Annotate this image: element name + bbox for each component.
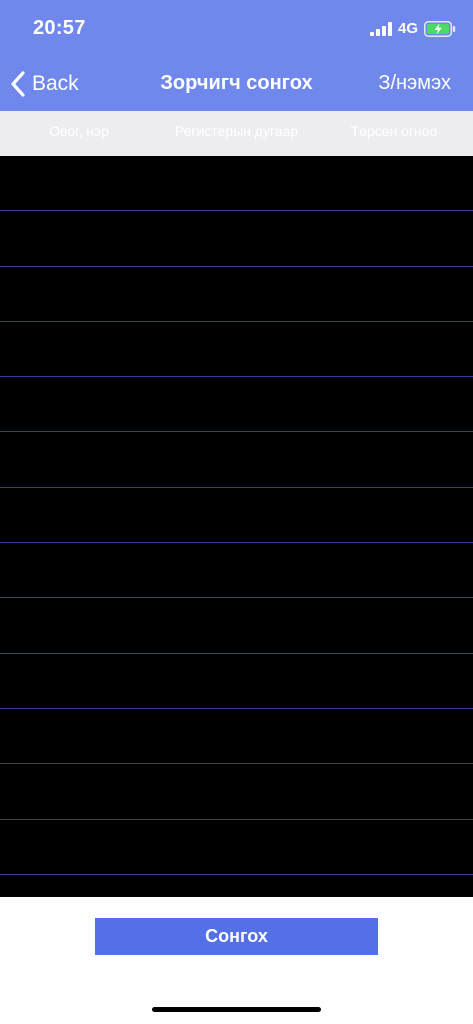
list-row[interactable] — [0, 322, 473, 378]
list-row[interactable] — [0, 156, 473, 212]
home-indicator — [152, 1007, 321, 1012]
column-header-birth-date: Төрсөн огноо — [350, 123, 438, 139]
back-label: Back — [32, 72, 79, 95]
signal-bars-icon — [370, 22, 392, 36]
list-row[interactable] — [0, 709, 473, 765]
column-header-register-number: Регистерын дугаар — [174, 123, 299, 139]
list-row[interactable] — [0, 820, 473, 875]
list-row[interactable] — [0, 488, 473, 544]
page-title: Зорчигч сонгох — [160, 72, 313, 94]
top-bar: 20:57 4G Back Зорчигч сонгох З/нэмэх — [0, 0, 473, 111]
list-row[interactable] — [0, 654, 473, 709]
footer: Сонгох — [0, 897, 473, 1024]
table-header: Овог, нэр Регистерын дугаар Төрсөн огноо — [0, 111, 473, 156]
select-button[interactable]: Сонгох — [95, 918, 378, 955]
battery-charging-icon — [424, 21, 456, 37]
list-row[interactable] — [0, 377, 473, 433]
list-row[interactable] — [0, 432, 473, 488]
network-type: 4G — [398, 20, 419, 37]
list-row[interactable] — [0, 875, 473, 897]
passenger-list[interactable] — [0, 156, 473, 897]
status-time: 20:57 — [33, 17, 86, 39]
add-passenger-button[interactable]: З/нэмэх — [378, 72, 451, 95]
list-row[interactable] — [0, 543, 473, 599]
list-row[interactable] — [0, 764, 473, 820]
list-row[interactable] — [0, 211, 473, 267]
chevron-left-icon — [11, 71, 25, 97]
status-bar: 20:57 4G — [0, 0, 473, 58]
list-row[interactable] — [0, 267, 473, 322]
navigation-bar: Back Зорчигч сонгох З/нэмэх — [0, 58, 473, 111]
back-button[interactable]: Back — [10, 69, 79, 99]
column-header-name: Овог, нэр — [49, 123, 109, 139]
list-row[interactable] — [0, 598, 473, 654]
